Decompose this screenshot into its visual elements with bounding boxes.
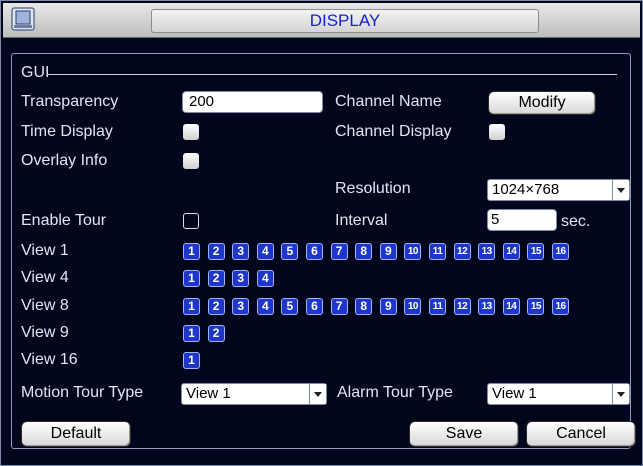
window-title: DISPLAY <box>151 9 539 33</box>
transparency-label: Transparency <box>21 93 119 110</box>
channel-number-box[interactable]: 14 <box>502 243 520 260</box>
view-16-label: View 16 <box>21 351 78 368</box>
interval-unit: sec. <box>561 213 591 230</box>
cancel-button[interactable]: Cancel <box>526 421 636 447</box>
chevron-down-icon[interactable] <box>612 384 629 404</box>
channel-number-box[interactable]: 1 <box>183 352 200 369</box>
channel-number-box[interactable]: 8 <box>355 243 373 260</box>
channel-number-box[interactable]: 6 <box>306 243 323 260</box>
save-button[interactable]: Save <box>409 421 519 447</box>
resolution-value: 1024×768 <box>492 181 560 198</box>
channel-number-box[interactable]: 11 <box>429 243 446 260</box>
gui-section-label: GUI <box>21 64 50 81</box>
enable-tour-checkbox[interactable] <box>183 213 199 229</box>
channel-number-box[interactable]: 12 <box>453 298 471 315</box>
view-4-label: View 4 <box>21 269 69 286</box>
time-display-checkbox[interactable] <box>183 124 199 140</box>
channel-number-box[interactable]: 4 <box>256 298 274 315</box>
channel-number-box[interactable]: 13 <box>478 298 496 315</box>
channel-number-box[interactable]: 7 <box>330 298 348 315</box>
alarm-tour-type-value: View 1 <box>492 385 537 402</box>
interval-label: Interval <box>335 212 388 229</box>
channel-number-box[interactable]: 10 <box>404 243 422 260</box>
channel-number-box[interactable]: 1 <box>183 298 200 315</box>
display-window: DISPLAY GUI Transparency 200 Channel Nam… <box>0 0 643 466</box>
channel-number-box[interactable]: 13 <box>478 243 496 260</box>
overlay-info-label: Overlay Info <box>21 152 108 169</box>
channel-number-box[interactable]: 6 <box>306 298 323 315</box>
interval-input[interactable]: 5 <box>487 209 557 231</box>
alarm-tour-type-select[interactable]: View 1 <box>487 383 630 405</box>
default-button[interactable]: Default <box>21 421 131 447</box>
view-9-label: View 9 <box>21 324 69 341</box>
channel-number-box[interactable]: 8 <box>355 298 373 315</box>
channel-number-box[interactable]: 1 <box>183 243 200 260</box>
display-icon <box>11 7 35 31</box>
channel-number-box[interactable]: 12 <box>453 243 471 260</box>
modify-button[interactable]: Modify <box>488 91 596 115</box>
channel-number-box[interactable]: 4 <box>256 270 274 287</box>
channel-number-box[interactable]: 2 <box>207 270 225 287</box>
title-bar: DISPLAY <box>3 3 640 38</box>
chevron-down-icon[interactable] <box>309 384 326 404</box>
gui-divider <box>47 74 617 75</box>
chevron-down-icon[interactable] <box>612 180 629 200</box>
channel-number-box[interactable]: 15 <box>527 298 545 315</box>
channel-number-box[interactable]: 5 <box>281 298 299 315</box>
motion-tour-type-label: Motion Tour Type <box>21 384 144 401</box>
alarm-tour-type-label: Alarm Tour Type <box>337 384 453 401</box>
channel-number-box[interactable]: 3 <box>232 298 250 315</box>
channel-number-box[interactable]: 4 <box>256 243 274 260</box>
channel-number-box[interactable]: 10 <box>404 298 422 315</box>
motion-tour-type-value: View 1 <box>186 385 231 402</box>
channel-number-box[interactable]: 14 <box>502 298 520 315</box>
channel-number-box[interactable]: 11 <box>429 298 446 315</box>
channel-number-box[interactable]: 1 <box>183 270 200 287</box>
channel-number-box[interactable]: 9 <box>379 243 397 260</box>
channel-number-box[interactable]: 3 <box>232 270 250 287</box>
time-display-label: Time Display <box>21 123 113 140</box>
motion-tour-type-select[interactable]: View 1 <box>181 383 327 405</box>
channel-number-box[interactable]: 3 <box>232 243 250 260</box>
channel-number-box[interactable]: 15 <box>527 243 545 260</box>
channel-display-checkbox[interactable] <box>489 124 505 140</box>
resolution-label: Resolution <box>335 180 411 197</box>
transparency-input[interactable]: 200 <box>182 91 323 113</box>
channel-number-box[interactable]: 16 <box>552 243 569 260</box>
enable-tour-label: Enable Tour <box>21 212 107 229</box>
channel-number-box[interactable]: 2 <box>207 325 225 342</box>
channel-number-box[interactable]: 1 <box>183 325 200 342</box>
channel-number-box[interactable]: 5 <box>281 243 299 260</box>
channel-display-label: Channel Display <box>335 123 452 140</box>
channel-number-box[interactable]: 7 <box>330 243 348 260</box>
resolution-select[interactable]: 1024×768 <box>487 179 630 201</box>
channel-number-box[interactable]: 2 <box>207 298 225 315</box>
channel-name-label: Channel Name <box>335 93 442 110</box>
channel-number-box[interactable]: 2 <box>207 243 225 260</box>
channel-number-box[interactable]: 9 <box>379 298 397 315</box>
overlay-info-checkbox[interactable] <box>183 153 199 169</box>
channel-number-box[interactable]: 16 <box>552 298 569 315</box>
view-1-label: View 1 <box>21 242 69 259</box>
view-8-label: View 8 <box>21 297 69 314</box>
